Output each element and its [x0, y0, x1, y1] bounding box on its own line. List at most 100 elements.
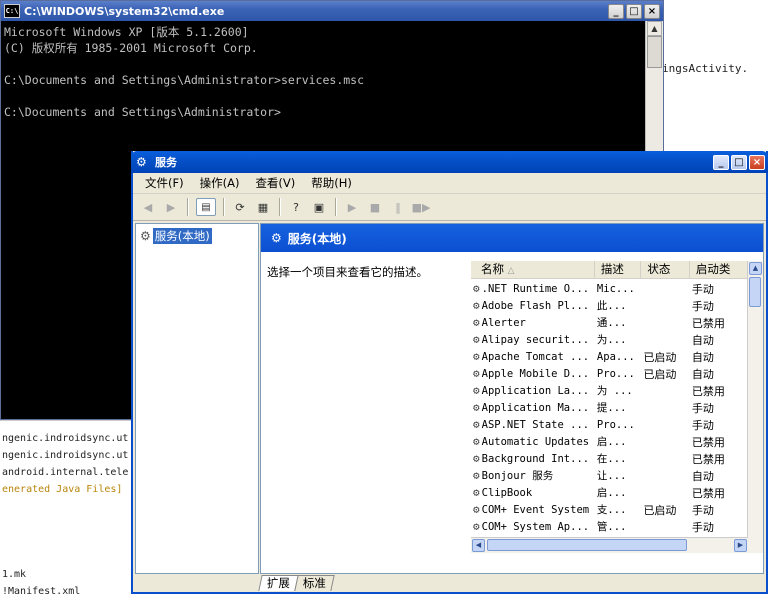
list-vertical-scrollbar[interactable]: ▲ — [747, 261, 763, 553]
toolbar: ◀ ▶ ▤ ⟳ ▦ ? ▣ ▶ ■ ‖ ■▶ — [133, 194, 766, 221]
close-button[interactable]: × — [749, 154, 765, 170]
service-status-cell: 已启动 — [643, 367, 677, 381]
table-row[interactable]: ⚙ Adobe Flash Pl... 此... 手动 — [471, 297, 748, 314]
gears-icon: ⚙ — [473, 367, 480, 380]
restart-service-icon[interactable]: ■▶ — [410, 197, 432, 217]
cmd-line: Microsoft Windows XP [版本 5.1.2600] — [4, 25, 249, 39]
service-startup-cell: 自动 — [691, 333, 714, 347]
gears-icon: ⚙ — [473, 452, 480, 465]
gears-icon: ⚙ — [473, 299, 480, 312]
console-tree[interactable]: ⚙ 服务(本地) — [135, 223, 259, 574]
service-name-cell: ⚙ Background Int... — [473, 452, 590, 465]
service-desc-cell: 管... — [596, 521, 627, 533]
background-file-pane: ngenic.indroidsync.ut ngenic.indroidsync… — [0, 420, 131, 597]
table-row[interactable]: ⚙ Apache Tomcat ... Apa... 已启动 自动 — [471, 348, 748, 365]
scroll-right-icon[interactable]: ▶ — [734, 539, 747, 552]
table-row[interactable]: ⚙ Apple Mobile D... Pro... 已启动 自动 — [471, 365, 748, 382]
refresh-icon[interactable]: ⟳ — [229, 197, 251, 217]
service-desc-cell: 通... — [596, 317, 627, 329]
table-row[interactable]: ⚙ Background Int... 在... 已禁用 — [471, 450, 748, 467]
table-row[interactable]: ⚙ Bonjour 服务 让... 自动 — [471, 467, 748, 484]
table-row[interactable]: ⚙ COM+ System Ap... 管... 手动 — [471, 518, 748, 535]
maximize-button[interactable]: □ — [626, 3, 642, 19]
help-icon[interactable]: ? — [285, 197, 307, 217]
start-service-icon[interactable]: ▶ — [341, 197, 363, 217]
maximize-button[interactable]: □ — [731, 154, 747, 170]
view-tabs: 扩展 标准 — [258, 574, 335, 591]
properties-icon[interactable]: ▣ — [308, 197, 330, 217]
background-line: !Manifest.xml — [2, 586, 81, 597]
gears-icon: ⚙ — [473, 401, 480, 414]
pause-service-icon[interactable]: ‖ — [387, 197, 409, 217]
details-pane: ⚙ 服务(本地) 选择一个项目来查看它的描述。 名称 △ 描述 状态 启动类 ⚙… — [260, 223, 764, 574]
table-row[interactable]: ⚙ Application Ma... 提... 手动 — [471, 399, 748, 416]
menu-help[interactable]: 帮助(H) — [303, 175, 360, 191]
table-row[interactable]: ⚙ ClipBook 启... 已禁用 — [471, 484, 748, 501]
pane-header: ⚙ 服务(本地) — [261, 224, 763, 252]
scroll-thumb[interactable] — [647, 36, 662, 68]
service-startup-cell: 已禁用 — [691, 435, 725, 449]
column-header-status[interactable]: 状态 — [641, 261, 690, 278]
gears-icon: ⚙ — [271, 231, 282, 245]
scroll-up-icon[interactable]: ▲ — [749, 262, 762, 275]
toolbar-separator — [187, 198, 189, 216]
column-header-startup[interactable]: 启动类 — [690, 261, 748, 278]
export-list-icon[interactable]: ▦ — [252, 197, 274, 217]
service-desc-cell: 在... — [596, 453, 627, 465]
tree-item-services-local[interactable]: ⚙ 服务(本地) — [140, 228, 212, 244]
service-desc-cell: Mic... — [596, 282, 635, 295]
table-row[interactable]: ⚙ COM+ Event System 支... 已启动 手动 — [471, 501, 748, 518]
service-startup-cell: 手动 — [691, 503, 714, 517]
table-row[interactable]: ⚙ Application La... 为 ... 已禁用 — [471, 382, 748, 399]
table-row[interactable]: ⚙ ASP.NET State ... Pro... 手动 — [471, 416, 748, 433]
tab-extended[interactable]: 扩展 — [258, 575, 299, 591]
service-startup-cell: 自动 — [691, 350, 714, 364]
menu-bar: 文件(F) 操作(A) 查看(V) 帮助(H) — [133, 173, 766, 194]
service-name-cell: ⚙ ASP.NET State ... — [473, 418, 590, 431]
table-row[interactable]: ⚙ Automatic Updates 启... 已禁用 — [471, 433, 748, 450]
close-button[interactable]: × — [644, 3, 660, 19]
service-name-cell: ⚙ Apple Mobile D... — [473, 367, 590, 380]
column-header-description[interactable]: 描述 — [595, 261, 642, 278]
gears-icon: ⚙ — [473, 333, 480, 346]
service-startup-cell: 自动 — [691, 469, 714, 483]
service-name-cell: ⚙ COM+ System Ap... — [473, 520, 590, 533]
services-title: 服务 — [155, 156, 177, 169]
stop-service-icon[interactable]: ■ — [364, 197, 386, 217]
menu-file[interactable]: 文件(F) — [137, 175, 192, 191]
cmd-title-bar[interactable]: C:\ C:\WINDOWS\system32\cmd.exe _ □ × — [1, 1, 663, 21]
menu-view[interactable]: 查看(V) — [247, 175, 303, 191]
service-name-cell: ⚙ Application Ma... — [473, 401, 590, 414]
show-tree-icon[interactable]: ▤ — [196, 198, 216, 216]
scroll-thumb[interactable] — [749, 277, 761, 307]
minimize-button[interactable]: _ — [608, 3, 624, 19]
scroll-left-icon[interactable]: ◀ — [472, 539, 485, 552]
scroll-up-icon[interactable]: ▲ — [647, 21, 662, 36]
services-window[interactable]: ⚙ 服务 _ □ × 文件(F) 操作(A) 查看(V) 帮助(H) ◀ ▶ ▤… — [131, 151, 768, 594]
gears-icon: ⚙ — [473, 486, 480, 499]
gears-icon: ⚙ — [473, 503, 480, 516]
service-name-cell: ⚙ COM+ Event System — [473, 503, 590, 516]
column-header-name[interactable]: 名称 △ — [471, 261, 595, 278]
service-status-cell: 已启动 — [643, 503, 677, 517]
list-header: 名称 △ 描述 状态 启动类 — [471, 261, 748, 279]
pane-header-title: 服务(本地) — [287, 231, 347, 246]
services-list[interactable]: 名称 △ 描述 状态 启动类 ⚙ .NET Runtime O... Mic... 手… — [471, 261, 763, 553]
service-startup-cell: 手动 — [691, 299, 714, 313]
minimize-button[interactable]: _ — [713, 154, 729, 170]
back-arrow-icon[interactable]: ◀ — [137, 197, 159, 217]
service-startup-cell: 手动 — [691, 520, 714, 534]
menu-action[interactable]: 操作(A) — [192, 175, 248, 191]
table-row[interactable]: ⚙ .NET Runtime O... Mic... 手动 — [471, 280, 748, 297]
tab-standard[interactable]: 标准 — [294, 575, 335, 591]
cmd-line: (C) 版权所有 1985-2001 Microsoft Corp. — [4, 41, 258, 55]
forward-arrow-icon[interactable]: ▶ — [160, 197, 182, 217]
table-row[interactable]: ⚙ Alerter 通... 已禁用 — [471, 314, 748, 331]
gears-icon: ⚙ — [140, 229, 151, 243]
services-title-bar[interactable]: ⚙ 服务 _ □ × — [131, 151, 768, 173]
gears-icon: ⚙ — [473, 435, 480, 448]
table-row[interactable]: ⚙ Alipay securit... 为... 自动 — [471, 331, 748, 348]
service-desc-cell: Pro... — [596, 367, 635, 380]
scroll-thumb[interactable] — [487, 539, 687, 551]
list-horizontal-scrollbar[interactable]: ◀ ▶ — [471, 537, 748, 553]
